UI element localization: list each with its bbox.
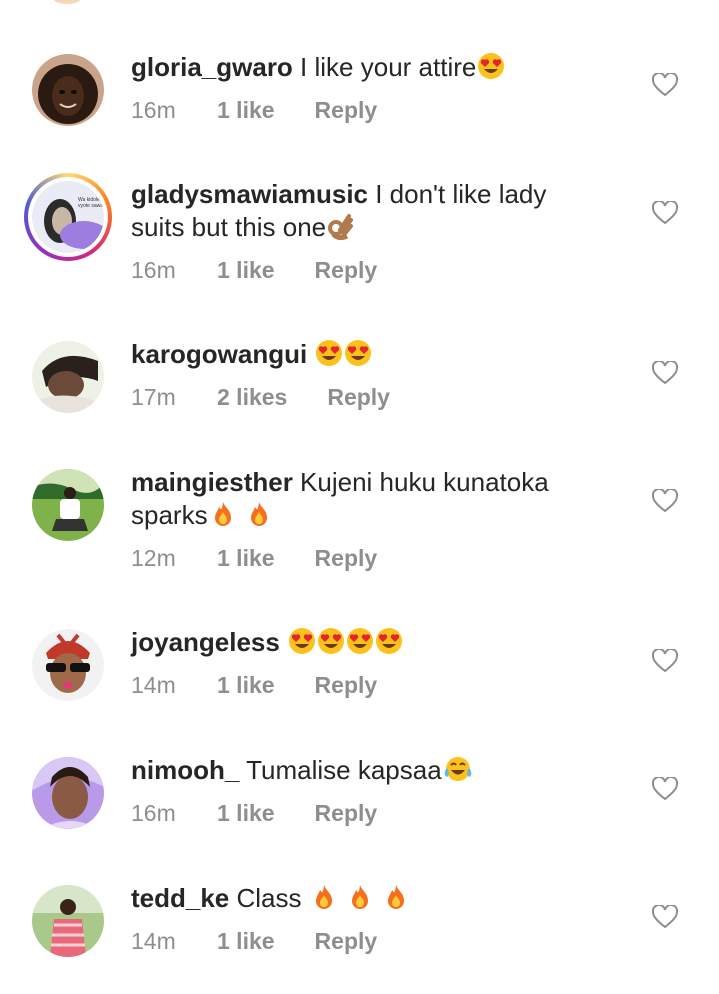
comment-body [280, 627, 287, 657]
fire-emoji-icon [310, 883, 338, 919]
comment-meta: 16m 1 like Reply [131, 257, 377, 284]
comment-body: I like your attire [292, 52, 477, 82]
comment-body [307, 339, 314, 369]
like-count[interactable]: 2 likes [217, 384, 287, 411]
comment-text: nimooh_ Tumalise kapsaa [131, 754, 601, 791]
tears-of-joy-emoji-icon [443, 755, 473, 791]
heart-eyes-emoji-icon [288, 627, 316, 663]
comment-meta: 14m 1 like Reply [131, 928, 377, 955]
fire-emoji-icon [346, 883, 374, 919]
comment-body: Tumalise kapsaa [239, 755, 442, 785]
like-count[interactable]: 1 like [217, 800, 275, 827]
avatar[interactable]: Wa kidole vyote sawa [32, 181, 104, 253]
comment-text: gloria_gwaro I like your attire [131, 51, 601, 88]
avatar-caption: vyote sawa [78, 203, 103, 209]
avatar[interactable] [32, 629, 104, 701]
comment-username[interactable]: gloria_gwaro [131, 52, 293, 82]
like-count[interactable]: 1 like [217, 672, 275, 699]
comment-username[interactable]: gladysmawiamusic [131, 179, 368, 209]
avatar[interactable] [32, 757, 104, 829]
comment-timestamp: 14m [131, 928, 176, 954]
like-count[interactable]: 1 like [217, 257, 275, 284]
comment-meta: 14m 1 like Reply [131, 672, 377, 699]
comment-text: maingiesther Kujeni huku kunatoka sparks [131, 466, 601, 536]
reply-button[interactable]: Reply [315, 257, 378, 284]
heart-eyes-emoji-icon [477, 52, 505, 88]
comment-timestamp: 16m [131, 97, 176, 123]
reply-button[interactable]: Reply [327, 384, 390, 411]
heart-icon[interactable] [652, 361, 678, 385]
comment-body: Class [229, 883, 309, 913]
comment-timestamp: 17m [131, 384, 176, 410]
comment-timestamp: 12m [131, 545, 176, 571]
comment-timestamp: 14m [131, 672, 176, 698]
like-count[interactable]: 1 like [217, 97, 275, 124]
reply-button[interactable]: Reply [315, 928, 378, 955]
comment-username[interactable]: joyangeless [131, 627, 280, 657]
comment-username[interactable]: nimooh_ [131, 755, 239, 785]
comment-meta: 16m 1 like Reply [131, 97, 377, 124]
reply-button[interactable]: Reply [315, 800, 378, 827]
comment-meta: 16m 1 like Reply [131, 800, 377, 827]
avatar[interactable] [32, 54, 104, 126]
previous-item-edge [52, 0, 82, 4]
heart-eyes-emoji-icon [344, 339, 372, 375]
fire-emoji-icon [382, 883, 410, 919]
reply-button[interactable]: Reply [315, 545, 378, 572]
reply-button[interactable]: Reply [315, 672, 378, 699]
heart-icon[interactable] [652, 201, 678, 225]
comment-meta: 12m 1 like Reply [131, 545, 377, 572]
avatar[interactable] [32, 885, 104, 957]
fire-emoji-icon [245, 500, 273, 536]
heart-icon[interactable] [652, 489, 678, 513]
comment-username[interactable]: maingiesther [131, 467, 293, 497]
heart-eyes-emoji-icon [346, 627, 374, 663]
comment-meta: 17m 2 likes Reply [131, 384, 390, 411]
like-count[interactable]: 1 like [217, 928, 275, 955]
heart-icon[interactable] [652, 905, 678, 929]
heart-icon[interactable] [652, 777, 678, 801]
reply-button[interactable]: Reply [315, 97, 378, 124]
comment-timestamp: 16m [131, 257, 176, 283]
ok-hand-emoji-icon [327, 212, 354, 248]
heart-icon[interactable] [652, 73, 678, 97]
heart-icon[interactable] [652, 649, 678, 673]
comment-text: karogowangui [131, 338, 601, 375]
comment-username[interactable]: karogowangui [131, 339, 307, 369]
avatar[interactable] [32, 341, 104, 413]
comment-text: tedd_ke Class [131, 882, 601, 919]
heart-eyes-emoji-icon [375, 627, 403, 663]
comment-text: gladysmawiamusic I don't like lady suits… [131, 178, 601, 248]
heart-eyes-emoji-icon [315, 339, 343, 375]
comment-timestamp: 16m [131, 800, 176, 826]
fire-emoji-icon [209, 500, 237, 536]
like-count[interactable]: 1 like [217, 545, 275, 572]
comment-text: joyangeless [131, 626, 601, 663]
heart-eyes-emoji-icon [317, 627, 345, 663]
comment-username[interactable]: tedd_ke [131, 883, 229, 913]
avatar[interactable] [32, 469, 104, 541]
